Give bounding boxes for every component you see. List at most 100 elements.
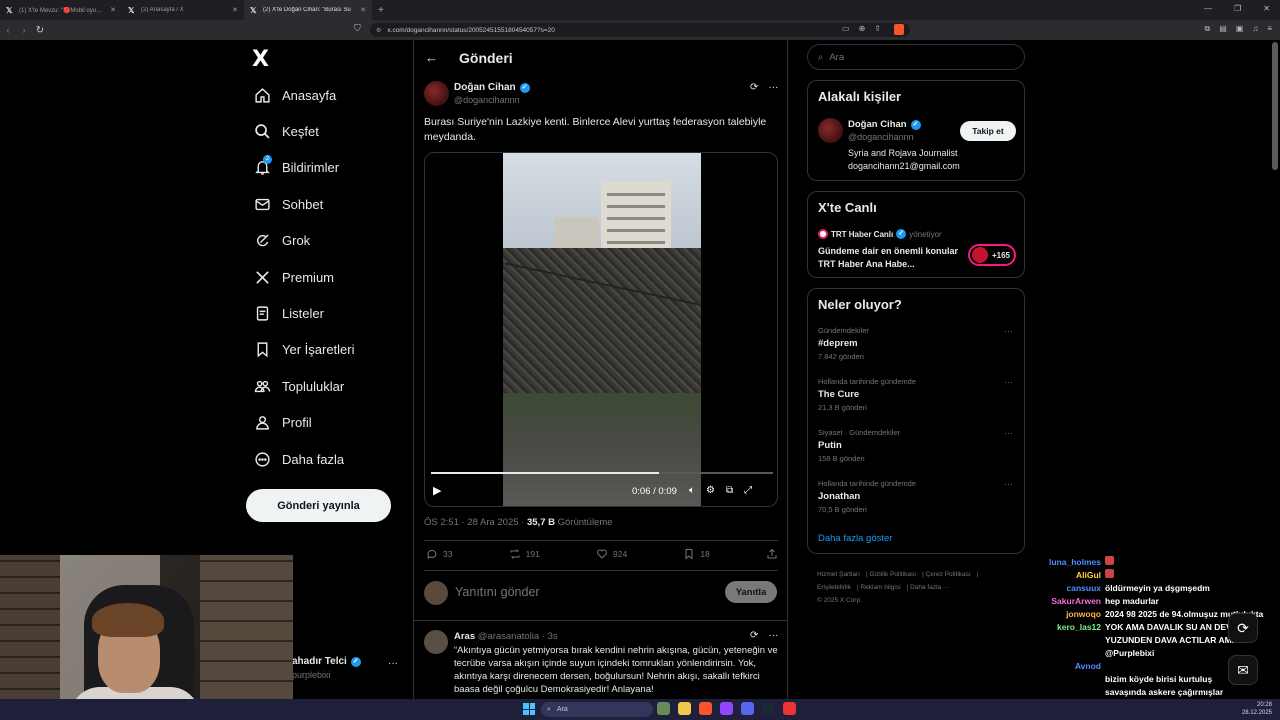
show-more-link[interactable]: Daha fazla göster	[818, 533, 892, 544]
browser-tab[interactable]: 𝕏 (2) Anasayfa / X ✕	[122, 0, 244, 20]
trend-item[interactable]: Hollanda tarihinde gündemde The Cure 21,…	[818, 377, 916, 412]
footer-link[interactable]: Çerez Politikası	[926, 571, 971, 578]
repost-button[interactable]: 191	[509, 548, 540, 560]
post-button[interactable]: Gönderi yayınla	[246, 489, 391, 522]
trend-more-icon[interactable]: ···	[1004, 377, 1013, 387]
live-broadcast-title[interactable]: Gündeme dair en önemli konular TRT Haber…	[818, 245, 963, 271]
tweet-timestamp[interactable]: ÖS 2:51 · 28 Ara 2025 ·	[424, 517, 527, 528]
discord-icon[interactable]	[741, 702, 754, 715]
volume-icon[interactable]: 🔈︎	[689, 485, 695, 496]
reload-icon[interactable]: ↻	[32, 25, 48, 36]
sidebar-item-profile[interactable]: Profil	[252, 405, 355, 441]
footer-link[interactable]: Hizmet Şartları	[817, 571, 860, 578]
sidebar-item-home[interactable]: Anasayfa	[252, 77, 355, 113]
twitch-icon[interactable]	[720, 702, 733, 715]
close-window-icon[interactable]: ✕	[1263, 4, 1270, 13]
settings-gear-icon[interactable]: ⚙	[706, 485, 715, 496]
sidebar-toggle-icon[interactable]: ▤	[1219, 24, 1227, 34]
bookmark-button[interactable]: 18	[683, 548, 710, 560]
browser-tab-active[interactable]: 𝕏 (2) X'te Doğan Cihan: "Burası Su ✕	[244, 0, 372, 20]
reply-button[interactable]: 33	[426, 548, 452, 560]
video-frame[interactable]	[503, 153, 701, 506]
page-scrollbar[interactable]	[1272, 42, 1278, 170]
extensions-icon[interactable]: ⧉	[1204, 24, 1210, 34]
browser-tab[interactable]: 𝕏 (1) X'te Mevzu: "🔴Mobil oyunda Ru ✕	[0, 0, 122, 20]
maximize-icon[interactable]: ❐	[1234, 4, 1241, 13]
sidebar-item-grok[interactable]: Grok	[252, 223, 355, 259]
footer-link[interactable]: Reklam bilgisi	[860, 584, 900, 591]
bookmark-page-icon[interactable]: ⛉	[354, 23, 361, 34]
follow-button[interactable]: Takip et	[960, 121, 1016, 141]
more-options-icon[interactable]: ···	[768, 630, 778, 641]
sidebar-item-explore[interactable]: Keşfet	[252, 113, 355, 149]
back-arrow-icon[interactable]: ‹	[0, 25, 16, 36]
reply-input[interactable]: Yanıtını gönder	[455, 585, 540, 599]
trend-item[interactable]: Gündemdekiler #deprem 7.842 gönderi	[818, 326, 869, 361]
sidebar-item-premium[interactable]: Premium	[252, 259, 355, 295]
share-button[interactable]	[766, 548, 778, 560]
grok-float-icon[interactable]: ⟳	[1228, 613, 1258, 643]
music-icon[interactable]: ♫	[1252, 24, 1258, 34]
widget-icon[interactable]	[657, 702, 670, 715]
brave-shield-icon[interactable]	[894, 24, 904, 35]
sidebar-item-notifications[interactable]: 2 Bildirimler	[252, 150, 355, 186]
footer-link[interactable]: Gizlilik Politikası	[869, 571, 916, 578]
trend-more-icon[interactable]: ···	[1004, 479, 1013, 489]
taskbar-search[interactable]: ⌕ Ara	[541, 702, 653, 717]
menu-icon[interactable]: ≡	[1267, 24, 1272, 34]
zoom-icon[interactable]: ⊕	[859, 24, 866, 33]
windows-start-icon[interactable]	[523, 703, 535, 715]
trend-item[interactable]: Siyaset · Gündemdekiler Putin 158 B gönd…	[818, 428, 900, 463]
taskbar-clock[interactable]: 20:28 28.12.2025	[1236, 701, 1272, 717]
sidebar-item-lists[interactable]: Listeler	[252, 295, 355, 331]
grok-icon[interactable]: ⟳	[750, 630, 758, 641]
brave-browser-icon[interactable]	[699, 702, 712, 715]
new-tab-button[interactable]: +	[372, 5, 390, 16]
wallet-icon[interactable]: ▣	[1236, 24, 1244, 34]
minimize-icon[interactable]: —	[1204, 4, 1212, 13]
share-icon[interactable]: ⇪	[874, 24, 881, 33]
steam-icon[interactable]	[762, 702, 775, 715]
close-tab-icon[interactable]: ✕	[110, 6, 116, 14]
close-tab-icon[interactable]: ✕	[232, 6, 238, 14]
obs-icon[interactable]	[783, 702, 796, 715]
messages-float-icon[interactable]: ✉	[1228, 655, 1258, 685]
more-options-icon[interactable]: ···	[768, 82, 778, 93]
fullscreen-icon[interactable]: ⤢	[744, 485, 752, 496]
trend-more-icon[interactable]: ···	[1004, 326, 1013, 336]
trend-item[interactable]: Hollanda tarihinde gündemde Jonathan 70,…	[818, 479, 916, 514]
sidebar-item-bookmarks[interactable]: Yer İşaretleri	[252, 332, 355, 368]
account-switcher[interactable]: ahadır Telci ✓	[292, 656, 361, 667]
close-tab-icon[interactable]: ✕	[360, 6, 366, 14]
screen-icon[interactable]: ▭	[842, 24, 850, 33]
video-progress-bar[interactable]	[431, 472, 773, 474]
address-bar[interactable]: ⚙ x.com/dogancihannn/status/200524515518…	[370, 23, 910, 37]
person-name-row[interactable]: Doğan Cihan ✓	[848, 119, 921, 130]
video-player[interactable]: ▶ 0:06 / 0:09 🔈︎ ⚙ ⧉ ⤢	[424, 152, 778, 507]
author-name-row[interactable]: Doğan Cihan ✓	[454, 82, 530, 93]
pip-icon[interactable]: ⧉	[726, 485, 733, 496]
trend-more-icon[interactable]: ···	[1004, 428, 1013, 438]
author-handle[interactable]: @dogancihannn	[454, 95, 520, 105]
reply-submit-button[interactable]: Yanıtla	[725, 581, 777, 603]
footer-link[interactable]: Daha fazla ···	[910, 584, 949, 591]
person-avatar[interactable]	[818, 118, 843, 143]
live-host-row[interactable]: TRT Haber Canlı ✓ yönetiyor	[818, 229, 942, 239]
author-avatar[interactable]	[424, 81, 449, 106]
footer-link[interactable]: Erişilebilirlik	[817, 584, 851, 591]
search-input[interactable]: ⌕ Ara	[807, 44, 1025, 70]
forward-arrow-icon[interactable]: ›	[16, 25, 32, 36]
back-arrow-icon[interactable]: ←	[425, 50, 438, 65]
grok-icon[interactable]: ⟳	[750, 82, 758, 93]
like-button[interactable]: 924	[596, 548, 627, 560]
reply-author-row[interactable]: Aras @arasanatolia · 3s	[454, 631, 558, 642]
reply-author-avatar[interactable]	[424, 630, 448, 654]
sidebar-item-messages[interactable]: Sohbet	[252, 186, 355, 222]
play-icon[interactable]: ▶	[433, 484, 441, 497]
site-info-icon[interactable]: ⚙	[376, 27, 381, 34]
x-logo[interactable]: X	[252, 47, 269, 72]
account-more-icon[interactable]: ···	[388, 658, 398, 669]
sidebar-item-more[interactable]: Daha fazla	[252, 441, 355, 477]
sidebar-item-communities[interactable]: Topluluklar	[252, 368, 355, 404]
file-explorer-icon[interactable]	[678, 702, 691, 715]
